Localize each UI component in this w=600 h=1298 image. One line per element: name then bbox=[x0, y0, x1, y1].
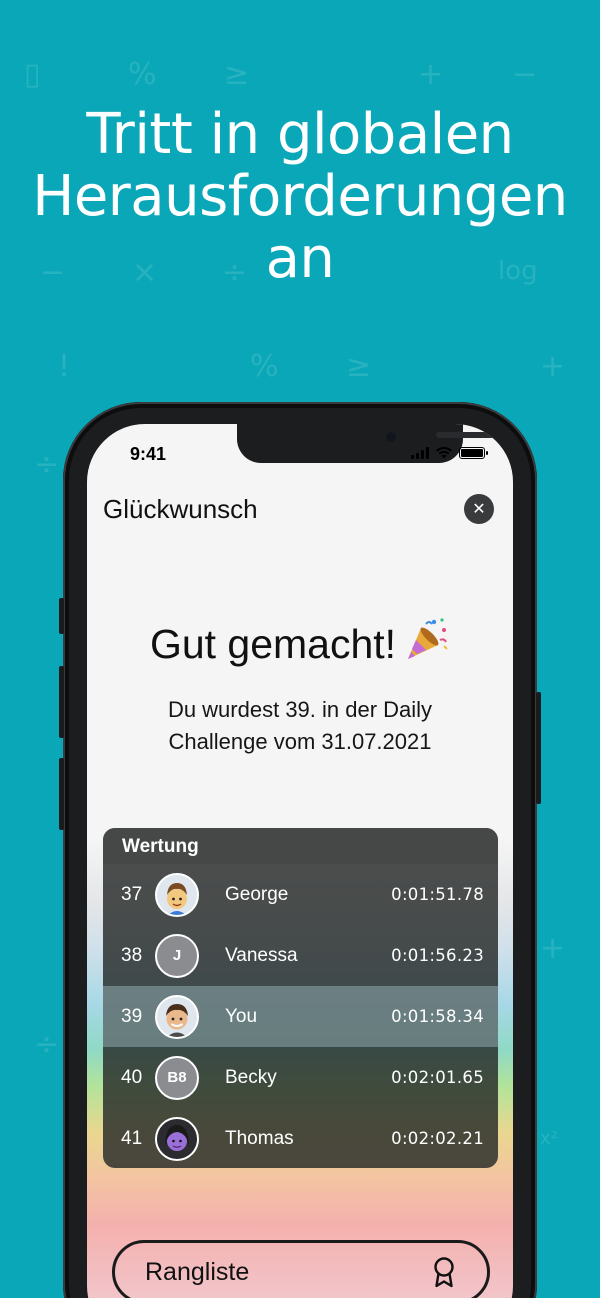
bg-minus-icon: − bbox=[512, 57, 538, 92]
table-row[interactable]: 37 George 0:01:51.78 bbox=[103, 864, 498, 925]
phone-side-button bbox=[59, 758, 64, 830]
bg-percent-icon: % bbox=[128, 57, 157, 92]
award-ribbon-icon bbox=[434, 1257, 454, 1288]
status-time: 9:41 bbox=[130, 444, 167, 464]
bg-exclaim-icon: ! bbox=[58, 349, 71, 384]
row-name: George bbox=[225, 883, 289, 905]
row-name: Becky bbox=[225, 1066, 277, 1088]
row-time: 0:01:51.78 bbox=[391, 885, 484, 904]
result-line-1: Du wurdest 39. in der Daily bbox=[167, 697, 433, 722]
avatar bbox=[155, 994, 199, 1039]
row-rank: 39 bbox=[121, 1005, 143, 1027]
phone-side-button bbox=[59, 598, 64, 634]
headline-line-1: Tritt in globalen bbox=[86, 102, 514, 167]
headline-line-3: an bbox=[265, 226, 335, 291]
avatar bbox=[155, 872, 199, 917]
row-rank: 38 bbox=[121, 944, 143, 966]
avatar: J bbox=[155, 933, 199, 978]
avatar-initials: B8 bbox=[167, 1069, 187, 1086]
bg-divide-icon: ÷ bbox=[34, 1027, 60, 1062]
table-row-current-user[interactable]: 39 You 0:01:58.34 bbox=[103, 986, 498, 1047]
bg-plus-icon: + bbox=[418, 57, 444, 92]
avatar-initials: J bbox=[172, 947, 182, 964]
phone-side-button bbox=[59, 666, 64, 738]
table-row[interactable]: 38 J Vanessa 0:01:56.23 bbox=[103, 925, 498, 986]
signal-icon bbox=[411, 447, 429, 459]
congrats-heading: Gut gemacht! bbox=[87, 616, 513, 668]
leaderboard: Wertung 37 George 0:01:51.78 38 J Vaness… bbox=[103, 828, 498, 1168]
phone-frame: 9:41 Glückwunsch ✕ Gut gemacht! Du wurde… bbox=[59, 402, 541, 1298]
row-time: 0:01:56.23 bbox=[391, 946, 484, 965]
memoji-you-icon bbox=[166, 1003, 188, 1037]
modal-title: Glückwunsch bbox=[103, 494, 258, 524]
bg-square-icon: x² bbox=[540, 1128, 558, 1149]
bg-geq-icon: ≥ bbox=[224, 57, 250, 92]
congrats-heading-text: Gut gemacht! bbox=[149, 621, 397, 667]
memoji-george-icon bbox=[167, 882, 187, 915]
row-rank: 37 bbox=[121, 883, 143, 905]
avatar bbox=[155, 1116, 199, 1161]
bg-geq-icon: ≥ bbox=[346, 349, 372, 384]
close-button[interactable]: ✕ bbox=[464, 494, 494, 524]
table-row[interactable]: 41 Thomas 0:02:02.21 bbox=[103, 1108, 498, 1168]
speaker-grille bbox=[436, 432, 513, 438]
row-rank: 40 bbox=[121, 1066, 143, 1088]
row-time: 0:02:02.21 bbox=[391, 1129, 484, 1148]
leaderboard-title: Wertung bbox=[103, 828, 498, 864]
avatar: B8 bbox=[155, 1055, 199, 1100]
row-rank: 41 bbox=[121, 1127, 143, 1149]
result-text: Du wurdest 39. in der Daily Challenge vo… bbox=[87, 694, 513, 758]
bg-fraction-icon: ▯ bbox=[24, 57, 41, 92]
bg-percent-icon: % bbox=[250, 349, 279, 384]
party-popper-icon bbox=[408, 618, 448, 659]
bg-divide-icon: ÷ bbox=[34, 447, 60, 482]
rangliste-button-label: Rangliste bbox=[145, 1257, 250, 1286]
row-name: Vanessa bbox=[225, 944, 298, 966]
rangliste-button[interactable]: Rangliste bbox=[112, 1240, 490, 1298]
result-line-2: Challenge vom 31.07.2021 bbox=[168, 729, 432, 754]
bg-plus-icon: + bbox=[540, 931, 566, 966]
battery-icon bbox=[459, 447, 488, 459]
row-name: You bbox=[225, 1005, 258, 1027]
bg-plus-icon: + bbox=[540, 349, 566, 384]
close-icon: ✕ bbox=[472, 501, 486, 518]
camera-icon bbox=[386, 432, 396, 442]
phone-screen: 9:41 Glückwunsch ✕ Gut gemacht! Du wurde… bbox=[87, 424, 513, 1298]
headline-line-2: Herausforderungen bbox=[32, 164, 568, 229]
headline: Tritt in globalen Herausforderungen an bbox=[0, 104, 600, 290]
phone-side-button bbox=[536, 692, 541, 804]
row-name: Thomas bbox=[225, 1127, 294, 1149]
row-time: 0:01:58.34 bbox=[391, 1007, 484, 1026]
wifi-icon bbox=[436, 446, 452, 459]
table-row[interactable]: 40 B8 Becky 0:02:01.65 bbox=[103, 1047, 498, 1108]
memoji-thomas-icon bbox=[157, 1118, 197, 1159]
row-time: 0:02:01.65 bbox=[391, 1068, 484, 1087]
status-icons bbox=[411, 446, 488, 459]
